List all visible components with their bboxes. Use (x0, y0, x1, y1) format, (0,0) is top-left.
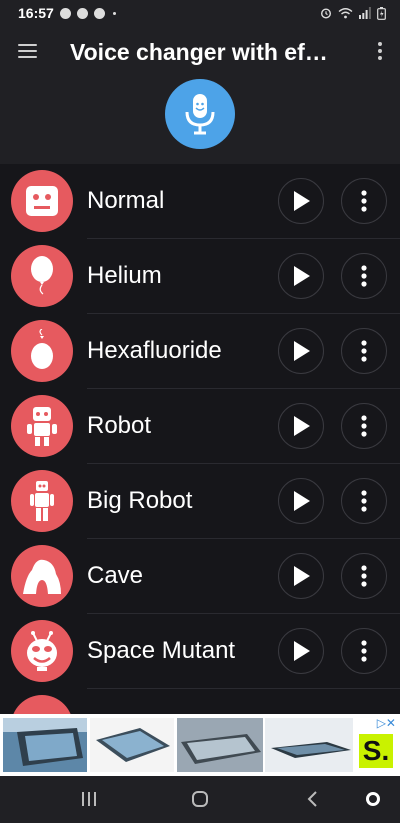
wifi-icon (338, 8, 353, 19)
more-vert-icon (361, 640, 367, 662)
status-left: 16:57 (18, 5, 116, 21)
more-options-button[interactable] (341, 478, 387, 524)
status-time: 16:57 (18, 5, 54, 21)
more-vert-icon (361, 565, 367, 587)
play-icon (294, 491, 310, 511)
play-button[interactable] (278, 403, 324, 449)
more-options-button[interactable] (341, 253, 387, 299)
effects-list: Normal Helium Hexafluoride Robot Big Rob… (0, 164, 400, 714)
system-nav-bar (0, 776, 400, 823)
more-options-button[interactable] (341, 553, 387, 599)
more-vert-icon (361, 490, 367, 512)
effect-label: Hexafluoride (87, 337, 222, 364)
recents-icon[interactable] (80, 790, 98, 808)
status-bar: 16:57 (0, 0, 400, 26)
effect-label: Robot (87, 412, 152, 439)
effect-label: Space Mutant (87, 637, 236, 664)
play-icon (294, 566, 310, 586)
alarm-icon (320, 8, 332, 19)
more-options-button[interactable] (341, 628, 387, 674)
list-item-cave[interactable]: Cave (0, 539, 400, 614)
battery-icon (377, 6, 386, 20)
more-options-button[interactable] (341, 178, 387, 224)
effect-label: Helium (87, 262, 162, 289)
ad-banner[interactable]: ▷✕ S. (0, 714, 400, 776)
ad-image-rooflight-4 (265, 718, 353, 772)
effect-label: Normal (87, 187, 165, 214)
ad-image-rooflight-1 (3, 718, 87, 772)
hamburger-icon[interactable] (18, 44, 37, 59)
ad-image-rooflight-2 (90, 718, 174, 772)
effect-label: Cave (87, 562, 144, 589)
home-icon[interactable] (191, 790, 209, 808)
more-vert-icon (361, 190, 367, 212)
ad-image-rooflight-3 (177, 718, 263, 772)
list-item-normal[interactable]: Normal (0, 164, 400, 239)
play-icon (294, 641, 310, 661)
record-button[interactable] (165, 79, 235, 149)
status-right (320, 6, 386, 20)
list-item-partial[interactable] (0, 689, 400, 714)
spotify-icon (93, 7, 105, 19)
play-icon (294, 416, 310, 436)
record-area (0, 78, 400, 164)
play-button[interactable] (278, 553, 324, 599)
overflow-menu-icon[interactable] (376, 42, 384, 62)
cave-icon (11, 545, 73, 607)
app-title: Voice changer with ef… (70, 39, 328, 65)
more-vert-icon (361, 340, 367, 362)
list-item-space-mutant[interactable]: Space Mutant (0, 614, 400, 689)
balloon-icon (11, 245, 73, 307)
assistant-icon[interactable] (364, 790, 382, 808)
play-button[interactable] (278, 328, 324, 374)
reddit-icon (76, 7, 88, 19)
list-item-hexafluoride[interactable]: Hexafluoride (0, 314, 400, 389)
messenger-icon (59, 7, 71, 19)
dot-icon (112, 11, 116, 15)
ad-logo: S. (359, 734, 393, 768)
play-button[interactable] (278, 478, 324, 524)
back-icon[interactable] (304, 790, 322, 808)
play-icon (294, 191, 310, 211)
microphone-icon (185, 94, 215, 135)
ad-close-icon[interactable]: ▷✕ (377, 716, 396, 730)
more-vert-icon (361, 415, 367, 437)
list-item-big-robot[interactable]: Big Robot (0, 464, 400, 539)
play-button[interactable] (278, 253, 324, 299)
robot-icon (11, 395, 73, 457)
more-options-button[interactable] (341, 328, 387, 374)
big-robot-icon (11, 470, 73, 532)
play-icon (294, 341, 310, 361)
play-icon (294, 266, 310, 286)
list-item-helium[interactable]: Helium (0, 239, 400, 314)
alien-icon (11, 620, 73, 682)
more-vert-icon (361, 265, 367, 287)
list-item-robot[interactable]: Robot (0, 389, 400, 464)
heavy-balloon-icon (11, 320, 73, 382)
normal-face-icon (11, 170, 73, 232)
app-bar: Voice changer with ef… (0, 26, 400, 78)
signal-icon (359, 7, 371, 19)
effect-label: Big Robot (87, 487, 193, 514)
partial-effect-icon (11, 695, 73, 714)
play-button[interactable] (278, 178, 324, 224)
play-button[interactable] (278, 628, 324, 674)
more-options-button[interactable] (341, 403, 387, 449)
